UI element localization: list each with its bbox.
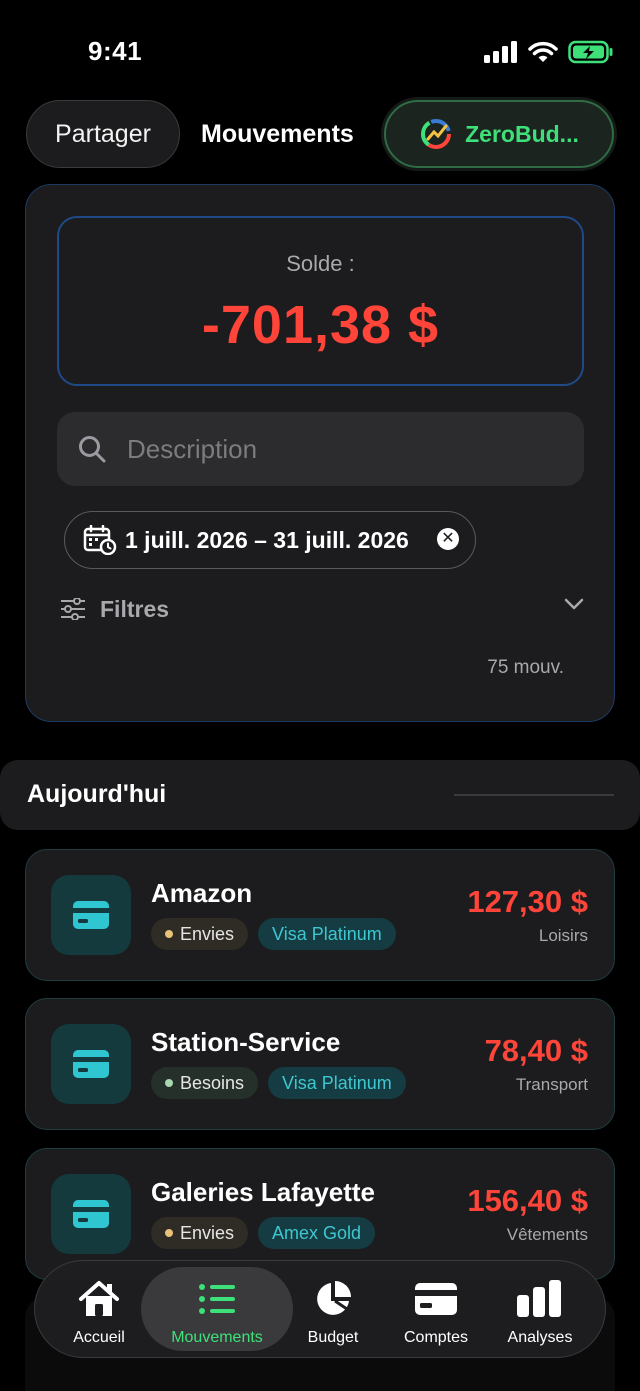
budget-tag-label: Besoins <box>180 1072 245 1093</box>
home-icon <box>79 1281 119 1316</box>
budget-tag-label: Envies <box>180 923 235 944</box>
battery-charging-icon <box>568 40 613 64</box>
tab-accueil[interactable]: Accueil <box>44 1279 154 1347</box>
top-nav: Partager Mouvements ZeroBud... <box>26 100 614 168</box>
balance-box: Solde : -701,38 $ <box>57 216 584 386</box>
transaction-category: Transport <box>515 1075 588 1094</box>
transaction-amount: 78,40 $ <box>484 1033 588 1068</box>
section-divider <box>454 794 614 796</box>
status-time: 9:41 <box>88 36 143 66</box>
summary-card: Solde : -701,38 $ 1 juill. 2026 – 31 jui… <box>25 184 615 722</box>
sliders-icon <box>61 598 85 620</box>
tab-label: Mouvements <box>171 1329 263 1346</box>
bar-chart-icon <box>517 1280 561 1317</box>
date-range-text: 1 juill. 2026 – 31 juill. 2026 <box>125 526 409 553</box>
pie-chart-icon <box>317 1281 351 1315</box>
tab-label: Comptes <box>403 1329 469 1346</box>
filters-toggle[interactable]: Filtres <box>60 589 584 629</box>
tab-mouvements[interactable]: Mouvements <box>162 1279 272 1347</box>
card-tag: Visa Platinum <box>268 1067 406 1099</box>
tab-comptes[interactable]: Comptes <box>381 1279 491 1347</box>
budget-tag: Besoins <box>151 1067 259 1099</box>
transaction-icon-wrap <box>51 1174 131 1254</box>
signal-icon <box>484 41 517 63</box>
transaction-category: Vêtements <box>506 1225 588 1244</box>
tab-analyses[interactable]: Analyses <box>485 1279 595 1347</box>
search-box[interactable] <box>57 412 584 486</box>
page-title: Mouvements <box>201 120 354 148</box>
balance-label: Solde : <box>286 251 355 276</box>
transaction-name: Amazon <box>151 878 253 908</box>
tab-label: Analyses <box>507 1329 573 1346</box>
transaction-tags: Envies Amex Gold <box>151 1217 376 1249</box>
movement-count: 75 mouv. <box>487 657 564 678</box>
tab-budget[interactable]: Budget <box>278 1279 388 1347</box>
transaction-name: Galeries Lafayette <box>151 1177 376 1207</box>
list-icon <box>199 1284 235 1314</box>
transaction-tags: Envies Visa Platinum <box>151 918 396 950</box>
clear-date-icon[interactable]: ✕ <box>437 528 459 550</box>
transaction-amount: 127,30 $ <box>467 884 588 919</box>
search-icon <box>79 436 106 463</box>
app-logo-icon <box>421 119 452 149</box>
status-icons <box>484 40 614 64</box>
transaction-icon-wrap <box>51 1024 131 1104</box>
tag-dot <box>165 1079 173 1087</box>
brand-button[interactable]: ZeroBud... <box>384 100 614 168</box>
transaction-amount: 156,40 $ <box>467 1183 588 1218</box>
credit-card-icon <box>73 1200 109 1228</box>
credit-card-icon <box>73 1050 109 1078</box>
credit-card-icon <box>415 1283 457 1315</box>
budget-tag: Envies <box>151 1217 249 1249</box>
transaction-tags: Besoins Visa Platinum <box>151 1067 406 1099</box>
wifi-icon <box>528 41 558 62</box>
transaction-row[interactable]: Amazon Envies Visa Platinum 127,30 $ Loi… <box>25 849 615 981</box>
filters-label: Filtres <box>100 595 170 622</box>
calendar-clock-icon <box>83 525 117 555</box>
tag-dot <box>165 1229 173 1237</box>
section-header: Aujourd'hui <box>0 760 640 830</box>
search-input[interactable] <box>127 433 547 465</box>
tab-label: Budget <box>307 1329 359 1346</box>
transaction-icon-wrap <box>51 875 131 955</box>
section-title: Aujourd'hui <box>27 780 167 808</box>
chevron-down-icon <box>564 598 584 610</box>
tag-dot <box>165 930 173 938</box>
credit-card-icon <box>73 901 109 929</box>
card-tag: Amex Gold <box>258 1217 376 1249</box>
tab-bar: Accueil Mouvements Budget Comptes Analys… <box>34 1260 606 1358</box>
balance-value: -701,38 $ <box>201 295 440 355</box>
brand-label: ZeroBud... <box>465 120 579 147</box>
transaction-category: Loisirs <box>538 926 588 945</box>
tab-label: Accueil <box>73 1329 125 1346</box>
card-tag: Visa Platinum <box>258 918 396 950</box>
transaction-row[interactable]: Station-Service Besoins Visa Platinum 78… <box>25 998 615 1130</box>
transaction-name: Station-Service <box>151 1027 341 1057</box>
budget-tag-label: Envies <box>180 1222 235 1243</box>
status-bar: 9:41 <box>0 0 640 100</box>
budget-tag: Envies <box>151 918 249 950</box>
share-button[interactable]: Partager <box>26 100 180 168</box>
date-range-chip[interactable]: 1 juill. 2026 – 31 juill. 2026 ✕ <box>64 511 476 569</box>
